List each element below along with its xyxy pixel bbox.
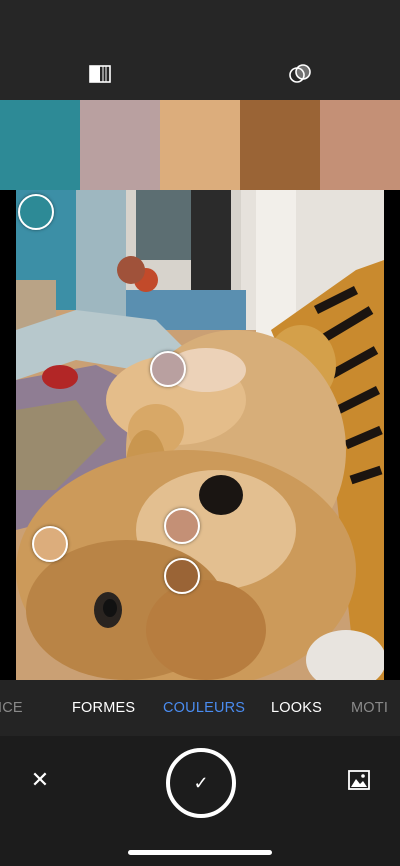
overlap-circles-icon[interactable] — [286, 60, 314, 88]
mode-tabs: ICE FORMES COULEURS LOOKS MOTI — [0, 680, 400, 736]
close-button[interactable]: ✕ — [28, 768, 52, 792]
color-sampler-1[interactable] — [18, 194, 54, 230]
palette-swatch-2[interactable] — [80, 100, 160, 190]
tab-ice[interactable]: ICE — [0, 700, 23, 716]
image-gallery-icon[interactable] — [348, 770, 370, 790]
top-toolbar — [0, 0, 400, 100]
palette-swatch-3[interactable] — [160, 100, 240, 190]
tab-formes[interactable]: FORMES — [72, 700, 135, 716]
palette-swatch-4[interactable] — [240, 100, 320, 190]
action-bar: ✕ ✓ — [0, 736, 400, 866]
photo-viewport — [0, 190, 400, 680]
color-sampler-3[interactable] — [32, 526, 68, 562]
source-photo — [16, 190, 384, 680]
tab-couleurs[interactable]: COULEURS — [163, 700, 245, 716]
palette-swatch-5[interactable] — [320, 100, 400, 190]
capture-screen: ICE FORMES COULEURS LOOKS MOTI ✕ ✓ — [0, 0, 400, 866]
color-palette — [0, 100, 400, 190]
tab-moti[interactable]: MOTI — [351, 700, 388, 716]
color-sampler-2[interactable] — [150, 351, 186, 387]
home-indicator — [128, 850, 272, 855]
split-compare-icon[interactable] — [86, 60, 114, 88]
tab-looks[interactable]: LOOKS — [271, 700, 322, 716]
confirm-button[interactable]: ✓ — [166, 748, 236, 818]
color-sampler-4[interactable] — [164, 508, 200, 544]
check-icon: ✓ — [193, 772, 209, 793]
palette-swatch-1[interactable] — [0, 100, 80, 190]
color-sampler-5[interactable] — [164, 558, 200, 594]
